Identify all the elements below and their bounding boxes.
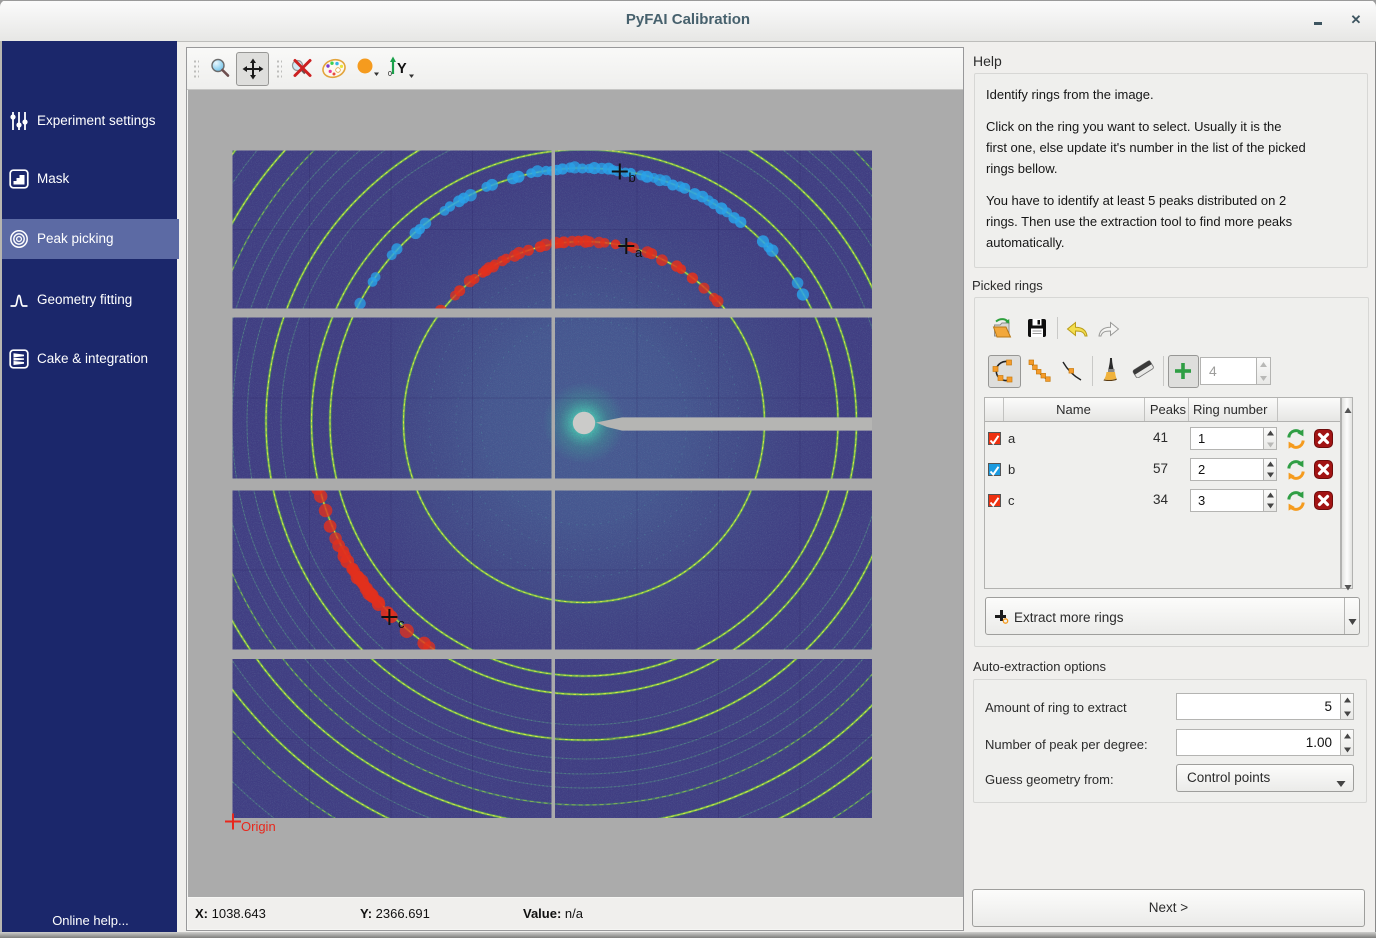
svg-text:b: b [629,170,636,185]
svg-text:0: 0 [388,71,392,78]
svg-text:c: c [398,616,405,631]
svg-text:Y: Y [397,61,407,77]
svg-text:a: a [635,245,643,260]
svg-text:Origin: Origin [241,819,276,834]
